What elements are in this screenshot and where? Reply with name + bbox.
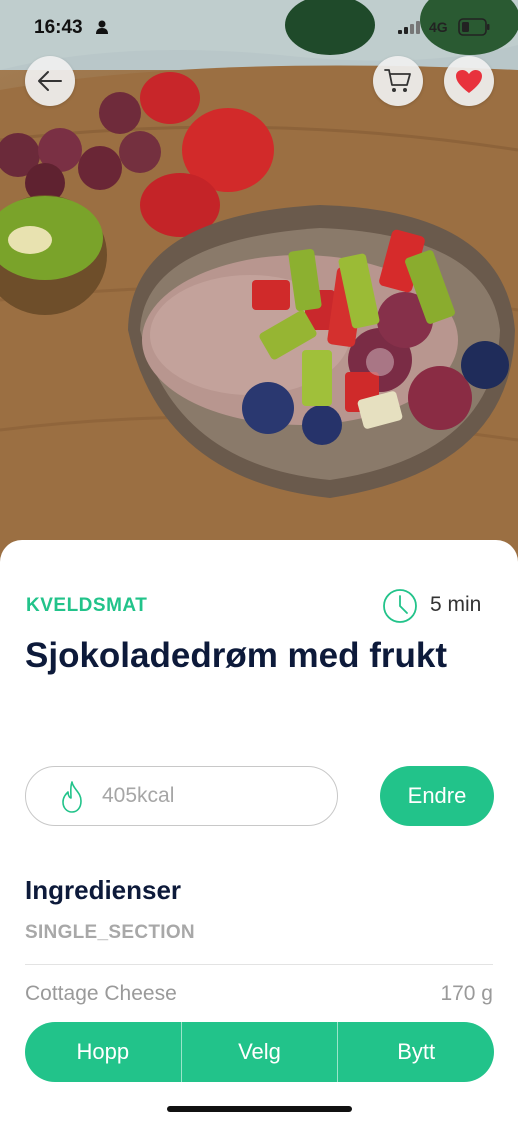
clock-icon (383, 589, 417, 623)
ingredients-heading: Ingredienser (25, 875, 182, 905)
recipe-details-sheet: KVELDSMAT 5 min Sjokoladedrøm med frukt … (0, 540, 518, 1122)
ingredient-amount: 170 g (440, 982, 493, 1005)
divider (25, 964, 493, 965)
edit-button[interactable]: Endre (380, 766, 494, 826)
action-bar: Hopp Velg Bytt (25, 1022, 494, 1082)
meal-category: KVELDSMAT (26, 595, 148, 616)
heart-icon (456, 69, 482, 93)
arrow-left-icon (38, 71, 62, 91)
cart-icon (384, 69, 411, 92)
flame-icon (62, 781, 82, 813)
skip-button[interactable]: Hopp (25, 1022, 181, 1082)
back-button[interactable] (25, 56, 75, 106)
recipe-photo: 16:43 4G (0, 0, 518, 570)
ingredients-section-label: SINGLE_SECTION (25, 922, 195, 943)
calorie-value: 405kcal (102, 784, 175, 807)
ingredient-row[interactable]: Cottage Cheese 170 g (25, 980, 493, 1010)
favorite-button[interactable] (444, 56, 494, 106)
recipe-title: Sjokoladedrøm med frukt (25, 636, 448, 675)
signal-icon (398, 21, 420, 34)
choose-button[interactable]: Velg (182, 1022, 338, 1082)
person-icon (96, 20, 108, 34)
battery-icon (458, 18, 490, 36)
prep-time: 5 min (430, 593, 482, 616)
status-time: 16:43 (34, 17, 83, 38)
smoothie-bowl-image (0, 0, 518, 570)
status-bar: 16:43 4G (0, 0, 518, 56)
swap-button[interactable]: Bytt (338, 1022, 494, 1082)
ingredient-name: Cottage Cheese (25, 982, 177, 1005)
cart-button[interactable] (373, 56, 423, 106)
calorie-display: 405kcal (25, 766, 338, 826)
home-indicator[interactable] (167, 1106, 352, 1112)
network-label: 4G (429, 19, 448, 35)
